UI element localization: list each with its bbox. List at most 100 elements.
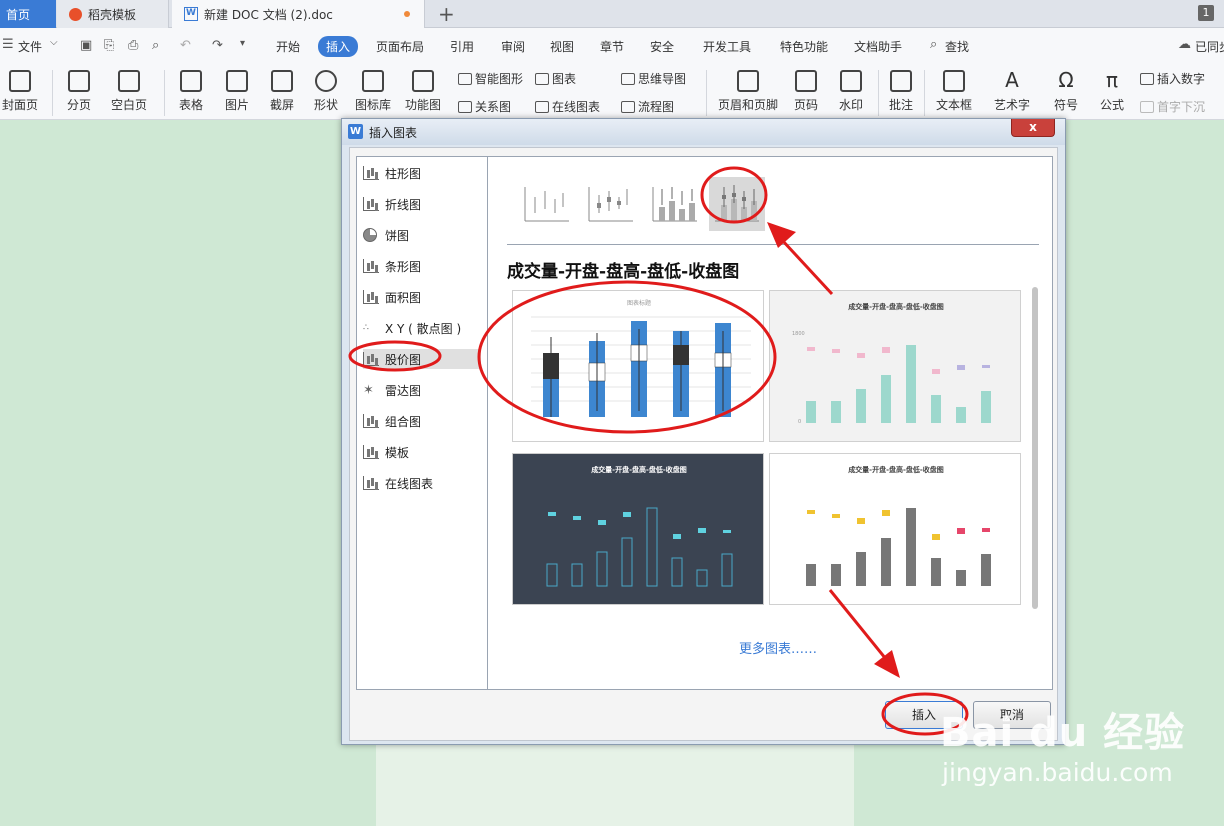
close-button[interactable]: x bbox=[1011, 119, 1055, 137]
smart-art-button[interactable]: 智能图形 bbox=[458, 70, 523, 87]
category-column[interactable]: 柱形图 bbox=[363, 163, 481, 183]
window-count-badge[interactable]: 1 bbox=[1198, 5, 1214, 21]
flowchart-label: 流程图 bbox=[638, 100, 675, 114]
menu-reference[interactable]: 引用 bbox=[450, 38, 474, 55]
tab-template[interactable]: 稻壳模板 bbox=[57, 0, 169, 28]
page-break-button[interactable]: 分页 bbox=[60, 64, 98, 113]
textbox-button[interactable]: 文本框 bbox=[932, 64, 976, 113]
page-break-icon bbox=[68, 70, 90, 92]
formula-button[interactable]: π 公式 bbox=[1093, 64, 1131, 113]
menu-search[interactable]: 查找 bbox=[945, 38, 969, 55]
icon-library-button[interactable]: 图标库 bbox=[352, 64, 394, 113]
watermark-button[interactable]: 水印 bbox=[832, 64, 870, 113]
function-chart-button[interactable]: 功能图 bbox=[400, 64, 446, 113]
mind-map-button[interactable]: 思维导图 bbox=[621, 70, 686, 87]
quick-access-dropdown-icon[interactable]: ▾ bbox=[240, 38, 245, 49]
cover-page-button[interactable]: 封面页 bbox=[0, 64, 42, 113]
blank-page-button[interactable]: 空白页 bbox=[106, 64, 152, 113]
smart-art-label: 智能图形 bbox=[475, 72, 524, 86]
more-charts-link[interactable]: 更多图表…… bbox=[739, 638, 817, 657]
chart-preview-pane: 成交量-开盘-盘高-盘低-收盘图 图表标题 成交量-开盘-盘高-盘低-收盘图 0… bbox=[489, 157, 1052, 689]
chart-thumbnail-3[interactable]: 成交量-开盘-盘高-盘低-收盘图 bbox=[512, 453, 764, 605]
mind-map-label: 思维导图 bbox=[638, 72, 687, 86]
comment-button[interactable]: 批注 bbox=[886, 64, 916, 113]
sync-status[interactable]: 已同步 bbox=[1195, 38, 1224, 55]
pie-chart-icon bbox=[363, 228, 377, 242]
tab-document[interactable]: W 新建 DOC 文档 (2).doc bbox=[172, 0, 425, 28]
menu-file[interactable]: 文件 bbox=[18, 38, 42, 55]
thumbnail-2-preview: 成交量-开盘-盘高-盘低-收盘图 0 1800 bbox=[792, 302, 991, 425]
category-template[interactable]: 模板 bbox=[363, 442, 481, 462]
menu-chapter[interactable]: 章节 bbox=[600, 38, 624, 55]
add-tab-button[interactable]: + bbox=[438, 2, 455, 26]
mind-map-icon bbox=[621, 73, 635, 85]
category-line[interactable]: 折线图 bbox=[363, 194, 481, 214]
category-combo[interactable]: 组合图 bbox=[363, 411, 481, 431]
format-painter-icon[interactable]: ⎘ bbox=[104, 38, 114, 53]
online-chart-button[interactable]: 在线图表 bbox=[535, 98, 600, 115]
redo-icon[interactable]: ↷ bbox=[212, 38, 223, 53]
menu-features[interactable]: 特色功能 bbox=[780, 38, 828, 55]
category-pie[interactable]: 饼图 bbox=[363, 225, 481, 245]
screenshot-label: 截屏 bbox=[269, 98, 294, 112]
preview-scrollbar[interactable] bbox=[1032, 287, 1038, 609]
subtype-ohlc[interactable] bbox=[583, 177, 639, 231]
category-scatter[interactable]: ∴ X Y ( 散点图 ) bbox=[363, 318, 481, 338]
picture-button[interactable]: 图片 bbox=[218, 64, 256, 113]
page-number-label: 页码 bbox=[793, 98, 818, 112]
screenshot-button[interactable]: 截屏 bbox=[263, 64, 301, 113]
menu-start[interactable]: 开始 bbox=[276, 38, 300, 55]
word-art-button[interactable]: A 艺术字 bbox=[988, 64, 1036, 113]
category-bar[interactable]: 条形图 bbox=[363, 256, 481, 276]
tab-home[interactable]: 首页 bbox=[0, 0, 56, 28]
category-radar[interactable]: ✶ 雷达图 bbox=[363, 380, 481, 400]
print-icon[interactable]: ⎙ bbox=[128, 38, 138, 53]
menu-security[interactable]: 安全 bbox=[650, 38, 674, 55]
cloud-sync-icon[interactable]: ☁ bbox=[1178, 37, 1191, 52]
drop-cap-button[interactable]: 首字下沉 bbox=[1140, 98, 1205, 115]
print-preview-icon[interactable]: ⌕ bbox=[152, 38, 159, 53]
flowchart-button[interactable]: 流程图 bbox=[621, 98, 674, 115]
dialog-title-bar[interactable]: W 插入图表 x bbox=[342, 119, 1065, 145]
menu-developer[interactable]: 开发工具 bbox=[703, 38, 751, 55]
menu-view[interactable]: 视图 bbox=[550, 38, 574, 55]
chart-thumbnail-1[interactable]: 图表标题 bbox=[512, 290, 764, 442]
undo-icon[interactable]: ↶ bbox=[180, 38, 191, 53]
hamburger-icon[interactable]: ☰ bbox=[2, 37, 14, 52]
menu-page-layout[interactable]: 页面布局 bbox=[376, 38, 424, 55]
category-label: 组合图 bbox=[385, 414, 422, 429]
save-icon[interactable]: ▣ bbox=[80, 38, 92, 53]
search-icon[interactable]: ⌕ bbox=[930, 37, 937, 52]
stock-chart-icon bbox=[363, 352, 379, 366]
screenshot-icon bbox=[271, 70, 293, 92]
subtype-volume-ohlc[interactable] bbox=[709, 177, 765, 231]
relation-chart-button[interactable]: 关系图 bbox=[458, 98, 511, 115]
table-button[interactable]: 表格 bbox=[172, 64, 210, 113]
menu-insert[interactable]: 插入 bbox=[318, 36, 359, 57]
category-area[interactable]: 面积图 bbox=[363, 287, 481, 307]
formula-label: 公式 bbox=[1099, 98, 1124, 112]
menu-doc-assistant[interactable]: 文档助手 bbox=[854, 38, 902, 55]
category-stock[interactable]: 股价图 bbox=[363, 349, 481, 369]
stock-volume-hlc-icon bbox=[652, 187, 697, 222]
category-online[interactable]: 在线图表 bbox=[363, 473, 481, 493]
chevron-down-icon[interactable]: ⌵ bbox=[50, 37, 58, 48]
subtype-hlc[interactable] bbox=[519, 177, 575, 231]
category-label: X Y ( 散点图 ) bbox=[385, 321, 462, 336]
page-number-icon bbox=[795, 70, 817, 92]
chart-thumbnail-4[interactable]: 成交量-开盘-盘高-盘低-收盘图 bbox=[769, 453, 1021, 605]
watermark-url: jingyan.baidu.com bbox=[942, 758, 1173, 787]
header-footer-button[interactable]: 页眉和页脚 bbox=[716, 64, 780, 113]
subtype-volume-hlc[interactable] bbox=[647, 177, 703, 231]
function-chart-label: 功能图 bbox=[404, 98, 441, 112]
shape-button[interactable]: 形状 bbox=[307, 64, 345, 113]
chart-button[interactable]: 图表 bbox=[535, 70, 576, 87]
menu-review[interactable]: 审阅 bbox=[501, 38, 525, 55]
chart-thumbnail-2[interactable]: 成交量-开盘-盘高-盘低-收盘图 0 1800 bbox=[769, 290, 1021, 442]
page-number-button[interactable]: 页码 bbox=[788, 64, 824, 113]
comment-label: 批注 bbox=[888, 98, 913, 112]
symbol-button[interactable]: Ω 符号 bbox=[1047, 64, 1085, 113]
textbox-label: 文本框 bbox=[935, 98, 972, 112]
dialog-title: 插入图表 bbox=[369, 126, 418, 140]
insert-number-button[interactable]: 插入数字 bbox=[1140, 70, 1205, 87]
